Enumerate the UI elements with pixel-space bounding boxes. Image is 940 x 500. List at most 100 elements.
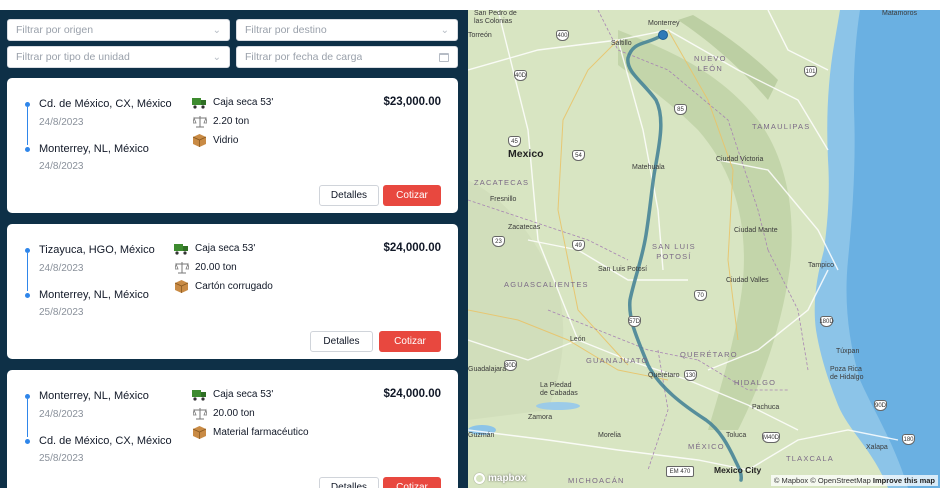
map-label-zacatecas-state: ZACATECAS (474, 178, 530, 187)
origin-filter-placeholder: Filtrar por origen (16, 24, 94, 36)
mapbox-circle-icon (474, 473, 485, 484)
scale-icon (192, 115, 207, 128)
map-label-xalapa: Xalapa (866, 444, 888, 451)
destination-city: Cd. de México, CX, México (39, 435, 172, 447)
load-list-panel: Filtrar por origen ⌄ Filtrar por destino… (0, 10, 468, 488)
map-attribution: © Mapbox © OpenStreetMap Improve this ma… (770, 475, 938, 486)
details-button[interactable]: Detalles (310, 331, 373, 352)
quote-button[interactable]: Cotizar (379, 331, 441, 352)
attribution-text: © Mapbox © OpenStreetMap (773, 476, 871, 485)
destination-city: Monterrey, NL, México (39, 143, 149, 155)
map-label-la-piedad: La Piedad de Cabadas (540, 382, 578, 397)
destination-city: Monterrey, NL, México (39, 289, 149, 301)
highway-shield: 90D (874, 400, 887, 411)
map-label-tlaxcala: TLAXCALA (786, 454, 834, 463)
map-label-tuxpan: Túxpan (836, 348, 860, 355)
product: Vidrio (192, 134, 238, 147)
map-label-morelia: Morelia (598, 432, 621, 439)
destination-dot-icon (25, 293, 30, 298)
destination-filter[interactable]: Filtrar por destino ⌄ (236, 19, 458, 41)
quote-button[interactable]: Cotizar (383, 477, 441, 488)
origin-city: Monterrey, NL, México (39, 390, 149, 402)
highway-shield: 45 (508, 136, 521, 147)
map-label-hidalgo: HIDALGO (734, 378, 777, 387)
unit-type-label: Caja seca 53' (213, 97, 274, 108)
map-label-poza-rica: Poza Rica de Hidalgo (830, 366, 864, 381)
map-label-toluca: Toluca (726, 432, 747, 439)
map-label-tamaulipas: TAMAULIPAS (752, 122, 811, 131)
origin-date: 24/8/2023 (39, 263, 84, 274)
box-icon (192, 134, 207, 147)
unit-type: Caja seca 53' (192, 96, 273, 109)
product: Cartón corrugado (174, 280, 273, 293)
map-label-san-pedro: San Pedro de las Colonias (474, 10, 517, 25)
truck-icon (192, 388, 207, 401)
map-label-leon: León (570, 336, 586, 343)
price: $23,000.00 (383, 96, 441, 108)
chevron-down-icon: ⌄ (212, 24, 221, 36)
map-label-ciudad-mante: Ciudad Mante (734, 227, 778, 234)
unit-type-filter[interactable]: Filtrar por tipo de unidad ⌄ (7, 46, 230, 68)
product: Material farmacéutico (192, 426, 309, 439)
highway-shield: 85 (674, 104, 687, 115)
destination-date: 25/8/2023 (39, 453, 84, 464)
map-label-aguascalientes: AGUASCALIENTES (504, 280, 589, 289)
destination-filter-placeholder: Filtrar por destino (245, 24, 327, 36)
load-date-filter[interactable]: Filtrar por fecha de carga (236, 46, 458, 68)
map-label-matehuala: Matehuala (632, 164, 665, 171)
scale-icon (192, 407, 207, 420)
origin-filter[interactable]: Filtrar por origen ⌄ (7, 19, 230, 41)
load-date-filter-placeholder: Filtrar por fecha de carga (245, 51, 363, 63)
map-label-slp-state: SAN LUIS POTOSÍ (652, 242, 696, 261)
origin-marker-icon[interactable] (658, 30, 668, 40)
map-label-matamoros: Matamoros (882, 10, 918, 17)
truck-icon (192, 96, 207, 109)
map-label-queretaro: Querétaro (648, 372, 680, 379)
improve-map-link[interactable]: Improve this map (873, 476, 935, 485)
unit-type: Caja seca 53' (192, 388, 273, 401)
map-label-ciudad-victoria: Ciudad Victoria (716, 156, 764, 163)
price: $24,000.00 (383, 242, 441, 254)
highway-shield: 130 (684, 370, 697, 381)
highway-shield: 70 (694, 290, 707, 301)
weight: 2.20 ton (192, 115, 249, 128)
truck-icon (174, 242, 189, 255)
product-label: Vidrio (213, 135, 239, 146)
map-label-fresnillo: Fresnillo (490, 196, 517, 203)
route-line (27, 253, 28, 291)
highway-shield: EM 470 (666, 466, 694, 477)
origin-city: Cd. de México, CX, México (39, 98, 172, 110)
map-label-country: Mexico (508, 148, 544, 160)
map-label-zacatecas: Zacatecas (508, 224, 541, 231)
quote-button[interactable]: Cotizar (383, 185, 441, 206)
highway-shield: 80D (504, 360, 517, 371)
chevron-down-icon: ⌄ (212, 51, 221, 63)
details-button[interactable]: Detalles (319, 477, 379, 488)
product-label: Material farmacéutico (213, 427, 309, 438)
chevron-down-icon: ⌄ (440, 24, 449, 36)
map-label-zamora: Zamora (528, 414, 553, 421)
unit-type: Caja seca 53' (174, 242, 255, 255)
map-label-nuevo-leon: NUEVO LEÓN (694, 54, 727, 73)
app-window: Filtrar por origen ⌄ Filtrar por destino… (0, 0, 940, 500)
map-label-guzman: Guzmán (468, 432, 495, 439)
weight-label: 20.00 ton (213, 408, 255, 419)
highway-shield: 180D (819, 316, 834, 327)
destination-dot-icon (25, 147, 30, 152)
weight-label: 2.20 ton (213, 116, 250, 127)
load-card: Tizayuca, HGO, México 24/8/2023 Monterre… (7, 224, 458, 359)
map-label-ciudad-valles: Ciudad Valles (726, 277, 769, 284)
box-icon (174, 280, 189, 293)
destination-date: 25/8/2023 (39, 307, 84, 318)
details-button[interactable]: Detalles (319, 185, 379, 206)
route-map[interactable]: Mexico Mexico City Monterrey Saltillo Ma… (468, 10, 940, 488)
map-label-torreon: Torreón (468, 32, 492, 39)
mapbox-logo-icon[interactable]: mapbox (474, 473, 526, 484)
highway-shield: 400 (556, 30, 569, 41)
highway-shield: 23 (492, 236, 505, 247)
map-label-michoacan: MICHOACÁN (568, 476, 625, 485)
highway-shield: 54 (572, 150, 585, 161)
highway-shield: 101 (804, 66, 817, 77)
weight: 20.00 ton (174, 261, 237, 274)
highway-shield: 180 (902, 434, 915, 445)
